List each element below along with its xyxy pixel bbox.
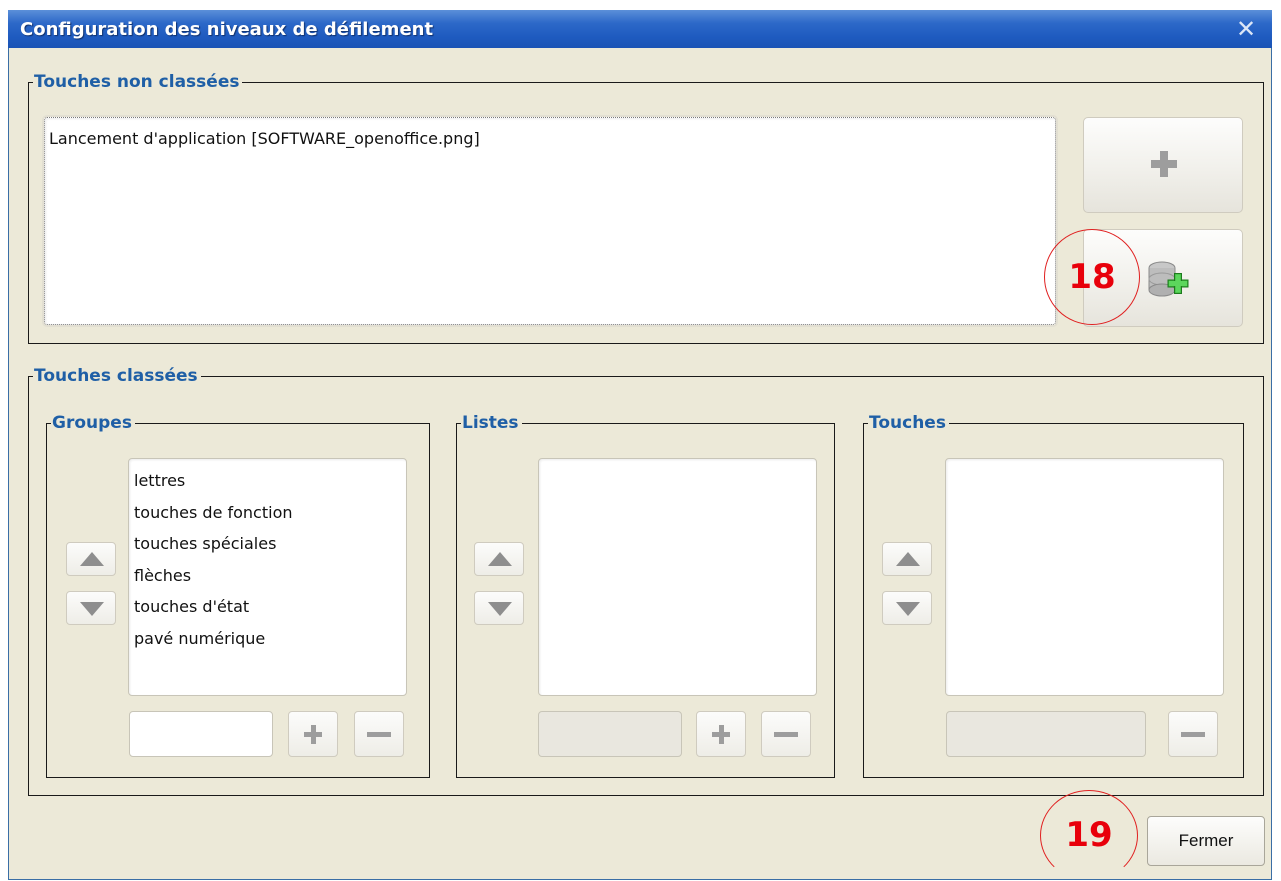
arrow-up-icon (896, 552, 920, 566)
list-name-input[interactable] (538, 711, 682, 757)
keys-list[interactable] (945, 458, 1224, 696)
list-item[interactable]: flèches (129, 560, 406, 592)
arrow-up-icon (80, 552, 104, 566)
key-name-input[interactable] (946, 711, 1146, 757)
group-move-down-button[interactable] (66, 591, 116, 625)
plus-icon-vertical (718, 725, 724, 744)
groups-legend: Groupes (46, 412, 135, 434)
arrow-down-icon (896, 602, 920, 616)
minus-icon (1181, 732, 1205, 737)
arrow-up-icon (488, 552, 512, 566)
add-list-button[interactable] (696, 711, 746, 757)
list-item[interactable]: Lancement d'application [SOFTWARE_openof… (45, 118, 1055, 150)
remove-list-button[interactable] (761, 711, 811, 757)
list-item[interactable]: touches de fonction (129, 497, 406, 529)
annotation-19: 19 (1040, 790, 1138, 881)
minus-icon (367, 732, 391, 737)
annotation-18: 18 (1044, 229, 1140, 325)
key-move-up-button[interactable] (882, 542, 932, 576)
close-button[interactable]: Fermer (1147, 816, 1265, 866)
arrow-down-icon (80, 602, 104, 616)
keys-legend: Touches (863, 412, 949, 434)
list-item[interactable]: touches spéciales (129, 528, 406, 560)
list-item[interactable]: touches d'état (129, 591, 406, 623)
add-key-button[interactable] (1083, 117, 1243, 213)
plus-icon-vertical (310, 725, 316, 744)
unsorted-keys-list[interactable]: Lancement d'application [SOFTWARE_openof… (42, 115, 1058, 327)
close-icon[interactable]: ✕ (1234, 17, 1258, 41)
group-name-input[interactable] (129, 711, 273, 757)
list-move-down-button[interactable] (474, 591, 524, 625)
title-bar[interactable]: Configuration des niveaux de défilement … (8, 10, 1272, 48)
group-move-up-button[interactable] (66, 542, 116, 576)
unsorted-keys-legend: Touches non classées (27, 71, 243, 93)
remove-key-button[interactable] (1168, 711, 1218, 757)
list-item[interactable]: lettres (129, 465, 406, 497)
arrow-down-icon (488, 602, 512, 616)
remove-group-button[interactable] (354, 711, 404, 757)
database-add-icon (1148, 261, 1189, 297)
key-move-down-button[interactable] (882, 591, 932, 625)
sorted-keys-legend: Touches classées (28, 365, 201, 387)
lists-list[interactable] (538, 458, 817, 696)
list-move-up-button[interactable] (474, 542, 524, 576)
window-title: Configuration des niveaux de défilement (20, 19, 434, 40)
minus-icon (774, 732, 798, 737)
plus-icon-vertical (1160, 151, 1168, 177)
lists-legend: Listes (456, 412, 522, 434)
list-item[interactable]: pavé numérique (129, 623, 406, 655)
groups-list[interactable]: lettres touches de fonction touches spéc… (128, 458, 407, 696)
add-group-button[interactable] (288, 711, 338, 757)
